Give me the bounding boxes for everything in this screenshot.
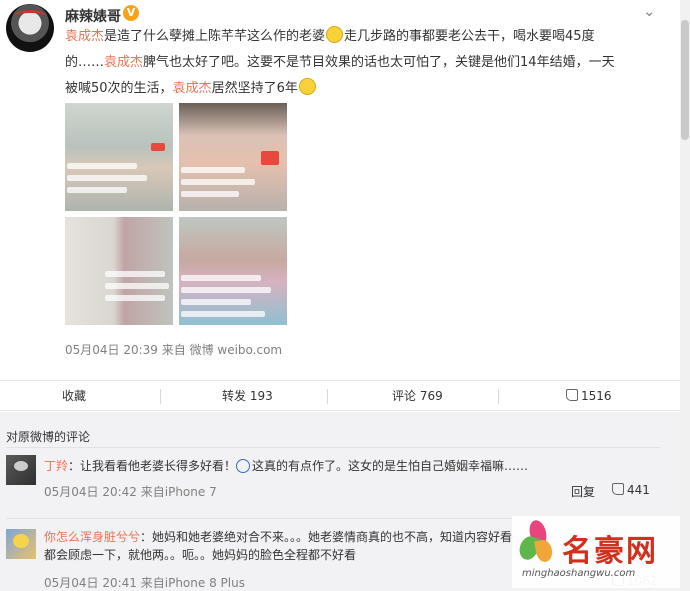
caption-strip [105, 283, 169, 289]
scrollbar-thumb[interactable] [681, 20, 689, 140]
repost-button[interactable]: 转发 193 [222, 381, 273, 412]
inline-emoji-icon [236, 459, 251, 473]
comments-divider [6, 447, 660, 448]
watermark-logo-icon [516, 518, 554, 566]
photo-grid [65, 103, 291, 327]
caption-strip [181, 275, 261, 281]
caption-strip [67, 163, 137, 169]
comment-text: 丁羚：让我看看他老婆长得多好看！ 这真的有点作了。这女的是生怕自己婚姻幸福嘛…… [44, 457, 664, 475]
reply-button[interactable]: 回复 [571, 483, 595, 500]
watermark-url: minghaoshangwu.com [522, 568, 636, 579]
caption-strip [181, 287, 271, 293]
caption-strip [181, 167, 245, 173]
caption-strip [181, 311, 265, 317]
weibo-post: 麻辣婊哥 V ⌄ 袁成杰是造了什么孽摊上陈芊芊这么作的老婆 走几步路的事都要老公去… [0, 0, 690, 380]
mention-link[interactable]: 袁成杰 [173, 81, 212, 96]
like-button[interactable]: 1516 [566, 381, 612, 412]
comment-button[interactable]: 评论 769 [392, 381, 443, 412]
caption-strip [105, 271, 165, 277]
comment-like-count: 441 [627, 483, 650, 497]
site-watermark: 名豪网 minghaoshangwu.com [512, 516, 680, 588]
comment-text-segment: ：她妈和她老婆绝对合不来。。。她老婆情商真的也不高，知道内容好看 [140, 530, 513, 544]
caption-strip [181, 191, 239, 197]
comment-text-segment: 这真的有点作了。这女的是生怕自己婚姻幸福嘛…… [252, 459, 529, 473]
post-body: 袁成杰是造了什么孽摊上陈芊芊这么作的老婆 走几步路的事都要老公去干，喝水要喝45度… [65, 24, 665, 102]
action-bar: 收藏 转发 193 评论 769 1516 [0, 380, 690, 411]
caption-strip [67, 175, 147, 181]
mention-link[interactable]: 袁成杰 [65, 29, 104, 44]
photo-thumbnail[interactable] [179, 103, 287, 211]
smile-emoji-icon [326, 26, 344, 43]
photo-thumbnail[interactable] [179, 217, 287, 325]
caption-strip [105, 295, 165, 301]
mention-link[interactable]: 袁成杰 [104, 55, 143, 70]
comment-text-segment: ：让我看看他老婆长得多好看！ [68, 459, 237, 473]
commenter-name[interactable]: 丁羚 [44, 459, 68, 473]
sticker-tag [151, 143, 165, 151]
verified-badge-icon: V [123, 5, 139, 21]
smile-emoji-icon [298, 78, 316, 95]
comment-text-segment: 都会顾虑一下，就他两。。呃。。她妈妈的脸色全程都不好看 [44, 548, 357, 562]
commenter-name[interactable]: 你怎么浑身脏兮兮 [44, 530, 140, 544]
comment-like-button[interactable]: 441 [612, 483, 650, 497]
photo-thumbnail[interactable] [65, 217, 173, 325]
post-text-segment: 脾气也太好了吧。这要不是节目效果的话也太可怕了，关键是他们14年结婚，一天 [143, 55, 615, 70]
action-divider [498, 389, 499, 404]
post-text-segment: 走几步路的事都要老公去干，喝水要喝45度 [344, 29, 595, 44]
comments-title: 对原微博的评论 [6, 430, 91, 444]
post-text-segment: 的…… [65, 55, 105, 70]
favorite-button[interactable]: 收藏 [62, 381, 86, 412]
action-divider [160, 389, 161, 404]
user-avatar[interactable] [6, 4, 54, 52]
watermark-title: 名豪网 [562, 534, 658, 569]
post-timestamp[interactable]: 05月04日 20:39 来自 微博 weibo.com [65, 341, 282, 358]
like-count: 1516 [581, 389, 612, 403]
post-username[interactable]: 麻辣婊哥 [65, 6, 121, 26]
post-text-segment: 是造了什么孽摊上陈芊芊这么作的老婆 [104, 29, 326, 44]
caption-strip [67, 187, 127, 193]
commenter-avatar[interactable] [6, 455, 36, 485]
photo-thumbnail[interactable] [65, 103, 173, 211]
caption-strip [181, 299, 251, 305]
comment-meta: 05月04日 20:42 来自iPhone 7 [44, 485, 217, 499]
action-divider [327, 389, 328, 404]
chevron-down-icon[interactable]: ⌄ [643, 2, 656, 20]
thumbs-up-icon [612, 483, 624, 495]
thumbs-up-icon [566, 389, 578, 401]
caption-strip [181, 179, 255, 185]
commenter-avatar[interactable] [6, 529, 36, 559]
post-text-segment: 居然坚持了6年 [211, 81, 298, 96]
sticker-tag [261, 151, 279, 165]
comment-meta: 05月04日 20:41 来自iPhone 8 Plus [44, 576, 245, 590]
post-text-segment: 被喊50次的生活， [65, 81, 173, 96]
